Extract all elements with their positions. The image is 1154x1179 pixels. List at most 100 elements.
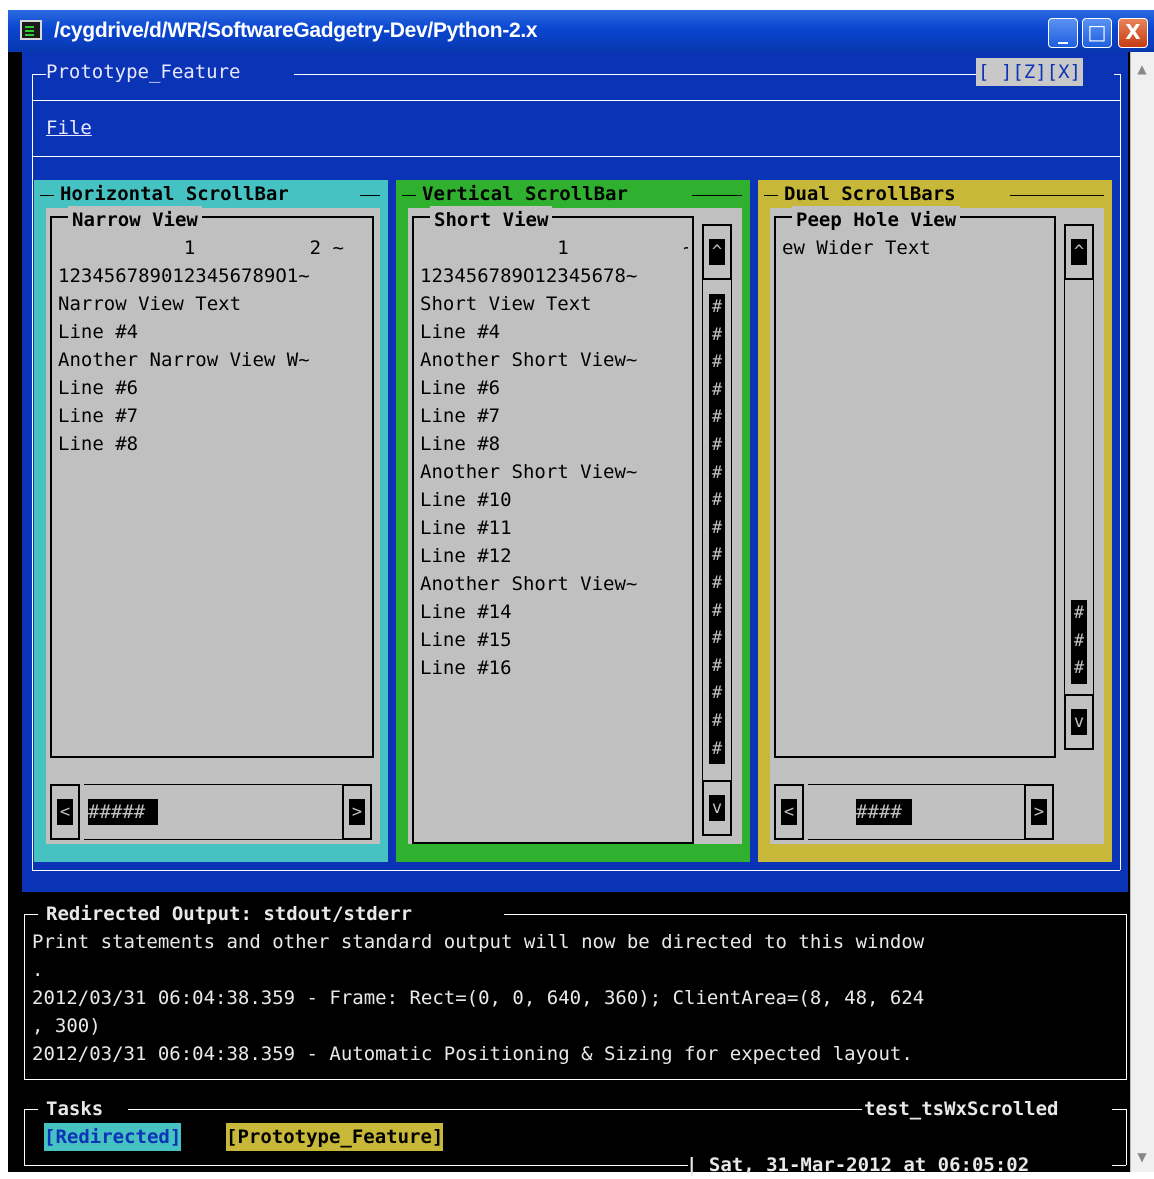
text-line: Line #11 xyxy=(420,517,512,539)
text-line: Line #14 xyxy=(420,601,512,623)
output-text: Print statements and other standard outp… xyxy=(32,928,1124,1076)
panel-border xyxy=(764,195,778,196)
frame-border-right xyxy=(1120,74,1121,870)
prototype-frame: Prototype_Feature [ ][Z][X] File Horizon… xyxy=(22,52,1128,892)
frame-control-buttons[interactable]: [ ][Z][X] xyxy=(976,58,1083,86)
scroll-up-button[interactable]: ^ xyxy=(702,224,732,280)
terminal-scrollbar[interactable]: ▲ ▼ xyxy=(1130,52,1154,1172)
text-line: 1 ~ xyxy=(420,237,688,259)
terminal-window: /cygdrive/d/WR/SoftwareGadgetry-Dev/Pyth… xyxy=(8,10,1154,1176)
scroll-left-button[interactable]: < xyxy=(50,784,80,840)
panel-border xyxy=(402,195,416,196)
text-line: Line #4 xyxy=(420,321,501,343)
scroll-track-top xyxy=(808,784,1024,785)
output-line: Print statements and other standard outp… xyxy=(32,931,925,953)
peep-hole-view-title: Peep Hole View xyxy=(792,206,961,234)
vertical-scrollbar[interactable]: ^ # # # v xyxy=(1064,224,1094,750)
output-border xyxy=(24,914,25,1080)
terminal-app-icon[interactable] xyxy=(20,20,42,40)
output-line: 2012/03/31 06:04:38.359 - Frame: Rect=(0… xyxy=(32,987,925,1009)
text-line: Line #12 xyxy=(420,545,512,567)
scroll-left-button[interactable]: < xyxy=(774,784,804,840)
panel-border xyxy=(40,195,54,196)
chevron-up-icon: ^ xyxy=(709,239,725,265)
close-button[interactable]: X xyxy=(1118,18,1148,48)
scroll-down-button[interactable]: v xyxy=(1064,694,1094,750)
chevron-left-icon: < xyxy=(57,799,73,825)
minimize-button[interactable]: _ xyxy=(1048,18,1078,48)
text-line: Line #16 xyxy=(420,657,512,679)
panel-title: Dual ScrollBars xyxy=(784,183,956,205)
horizontal-scrollbar-panel: Horizontal ScrollBar Narrow View 1 2 ~ 1… xyxy=(34,180,388,862)
tasks-border xyxy=(1112,1165,1126,1166)
scroll-track-right xyxy=(1093,280,1094,694)
scroll-right-button[interactable]: > xyxy=(342,784,372,840)
scroll-track-left xyxy=(1064,280,1065,694)
frame-border-bottom xyxy=(32,870,1120,871)
dual-scrollbars-panel: Dual ScrollBars Peep Hole View ew Wider … xyxy=(758,180,1112,862)
text-line: Another Short View~ xyxy=(420,573,638,595)
chevron-right-icon: > xyxy=(1031,799,1047,825)
scroll-up-button[interactable]: ^ xyxy=(1064,224,1094,280)
scroll-thumb[interactable]: ##### xyxy=(88,799,158,825)
menubar-top-line xyxy=(32,100,1120,101)
panel-border xyxy=(692,195,742,196)
scroll-track-bottom xyxy=(808,839,1024,840)
tasks-border xyxy=(1112,1109,1126,1110)
scroll-track-top xyxy=(84,784,342,785)
output-border xyxy=(24,914,38,915)
title-bar[interactable]: /cygdrive/d/WR/SoftwareGadgetry-Dev/Pyth… xyxy=(8,10,1154,52)
text-line: Another Narrow View W~ xyxy=(58,349,310,371)
status-datetime: | Sat, 31-Mar-2012 at 06:05:02 xyxy=(686,1154,1030,1176)
text-line: Line #8 xyxy=(58,433,139,455)
scroll-right-button[interactable]: > xyxy=(1024,784,1054,840)
horizontal-scrollbar[interactable]: < #### > xyxy=(774,784,1056,840)
text-line: Narrow View Text xyxy=(58,293,242,315)
scroll-down-button[interactable]: v xyxy=(702,780,732,836)
text-line: Another Short View~ xyxy=(420,349,638,371)
short-view-content[interactable]: 1 ~ 123456789O12345678~ Short View Text … xyxy=(420,234,688,840)
text-line: Line #7 xyxy=(420,405,501,427)
output-border xyxy=(504,914,1126,915)
frame-border-top xyxy=(294,74,978,75)
tasks-border xyxy=(24,1109,38,1110)
file-menu[interactable]: File xyxy=(46,114,92,142)
frame-title: Prototype_Feature xyxy=(46,61,241,83)
peep-hole-view-content[interactable]: ew Wider Text xyxy=(782,234,1050,754)
vertical-scrollbar[interactable]: ^ # # # # # # # # # # # # # # # # # v xyxy=(702,224,732,836)
menubar-bottom-line xyxy=(32,156,1120,157)
scroll-thumb[interactable]: # # # xyxy=(1071,600,1087,684)
output-title: Redirected Output: stdout/stderr xyxy=(46,903,413,925)
tasks-border xyxy=(24,1165,688,1166)
panel-title: Vertical ScrollBar xyxy=(422,183,628,205)
frame-border-left xyxy=(32,74,33,870)
text-line: 1 2 ~ xyxy=(58,237,344,259)
scroll-thumb[interactable]: #### xyxy=(856,799,912,825)
output-line: 2012/03/31 06:04:38.359 - Automatic Posi… xyxy=(32,1043,913,1065)
text-line: Short View Text xyxy=(420,293,592,315)
scroll-thumb[interactable]: # # # # # # # # # # # # # # # # # xyxy=(709,294,725,764)
text-line: ew Wider Text xyxy=(782,237,931,259)
window-title: /cygdrive/d/WR/SoftwareGadgetry-Dev/Pyth… xyxy=(54,19,538,42)
redirected-output-window[interactable]: Redirected Output: stdout/stderr Print s… xyxy=(22,898,1128,1080)
task-redirected[interactable]: [Redirected] xyxy=(44,1123,182,1151)
text-line: Line #6 xyxy=(58,377,139,399)
chevron-right-icon: > xyxy=(349,799,365,825)
chevron-up-icon[interactable]: ▲ xyxy=(1134,62,1150,78)
text-line: Line #10 xyxy=(420,489,512,511)
tasks-border xyxy=(24,1109,25,1165)
terminal-client-area: Prototype_Feature [ ][Z][X] File Horizon… xyxy=(22,52,1132,1176)
text-line: 1234567890123456789O1~ xyxy=(58,265,310,287)
horizontal-scrollbar[interactable]: < ##### > xyxy=(50,784,374,840)
maximize-button[interactable]: □ xyxy=(1082,18,1112,48)
chevron-down-icon[interactable]: ▼ xyxy=(1134,1150,1150,1166)
text-line: 123456789O12345678~ xyxy=(420,265,638,287)
chevron-down-icon: v xyxy=(1071,709,1087,735)
output-line: , 300) xyxy=(32,1015,101,1037)
chevron-up-icon: ^ xyxy=(1071,239,1087,265)
app-name: test_tsWxScrolled xyxy=(864,1098,1059,1120)
task-prototype-feature[interactable]: [Prototype_Feature] xyxy=(226,1123,444,1151)
output-border xyxy=(1126,914,1127,1080)
narrow-view-title: Narrow View xyxy=(68,206,202,234)
narrow-view-content[interactable]: 1 2 ~ 1234567890123456789O1~ Narrow View… xyxy=(58,234,368,754)
